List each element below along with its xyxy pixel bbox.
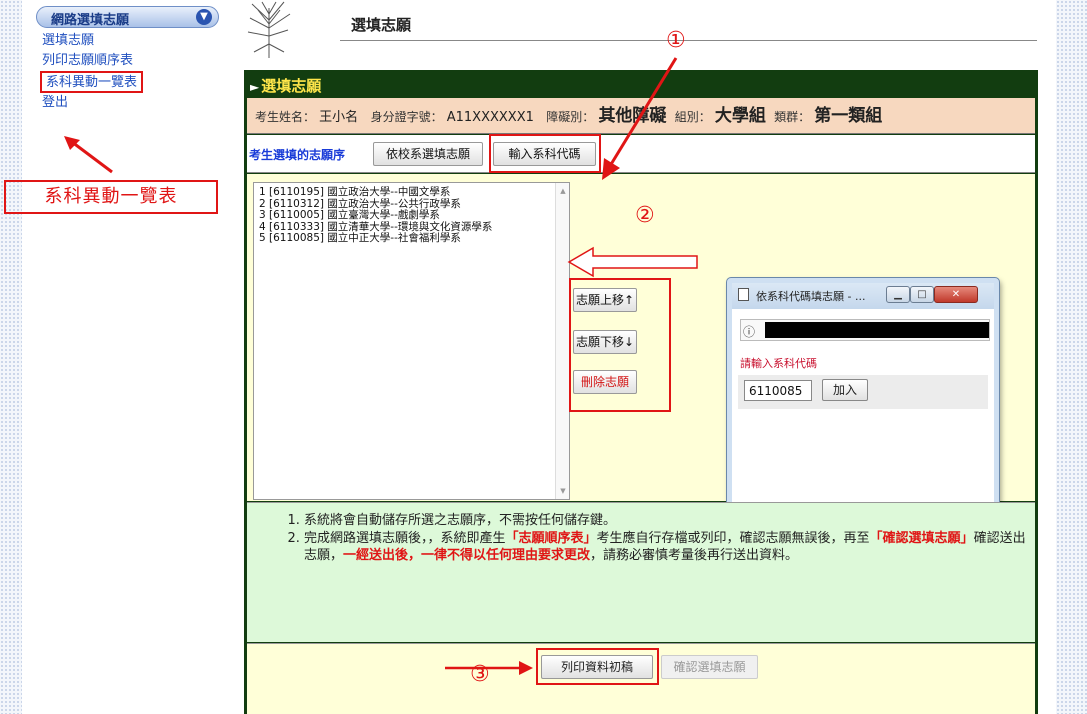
highlight-box bbox=[536, 648, 659, 685]
list-item[interactable]: 1 [6110195] 國立政治大學--中國文學系 bbox=[259, 186, 569, 199]
note-item: 系統將會自動儲存所選之志願序，不需按任何儲存鍵。 bbox=[304, 512, 1035, 529]
student-name: 王小名 bbox=[319, 110, 359, 125]
step-2-marker: ② bbox=[635, 203, 655, 228]
group-value: 大學組 bbox=[714, 106, 766, 126]
cluster-label: 類群： bbox=[774, 110, 811, 124]
by-school-button[interactable]: 依校系選填志願 bbox=[373, 142, 483, 166]
cluster-value: 第一類組 bbox=[814, 106, 883, 126]
sidebar-menu-header[interactable]: 網路選填志願 ▼ bbox=[36, 6, 219, 28]
pine-branch-icon bbox=[247, 1, 291, 58]
choice-listbox[interactable]: 1 [6110195] 國立政治大學--中國文學系 2 [6110312] 國立… bbox=[253, 182, 570, 500]
annotation-label: 系科異動一覽表 bbox=[4, 180, 218, 214]
popup-address-bar: ⓘ bbox=[740, 319, 990, 341]
popup-titlebar[interactable]: 依系科代碼填志願 - ... ▁ □ ✕ bbox=[732, 283, 994, 309]
redacted-url bbox=[765, 322, 989, 338]
triangle-icon: ► bbox=[250, 80, 260, 94]
sidebar-menu-title: 網路選填志願 bbox=[51, 13, 130, 28]
annotation-arrow-icon bbox=[602, 57, 678, 180]
name-label: 考生姓名： bbox=[255, 110, 316, 124]
popup-form: 加入 bbox=[738, 375, 988, 409]
note-text: 考生應自行存檔或列印，確認志願無誤後，再至 bbox=[596, 531, 870, 546]
enter-code-popup-window: 依系科代碼填志願 - ... ▁ □ ✕ ⓘ 請輸入系科代碼 加入 bbox=[727, 278, 999, 528]
sidebar-link-choose[interactable]: 選填志願 bbox=[42, 31, 226, 51]
step-3-marker: ③ bbox=[470, 662, 490, 687]
highlight-box bbox=[569, 278, 671, 412]
step-1-marker: ① bbox=[666, 28, 686, 53]
list-item[interactable]: 3 [6110005] 國立臺灣大學--戲劇學系 bbox=[259, 209, 569, 222]
page-title: 選填志願 bbox=[351, 16, 412, 34]
note-emphasis: 「志願順序表」 bbox=[505, 531, 597, 546]
footer-bar: 列印資料初稿 確認選填志願 bbox=[247, 643, 1035, 714]
note-item: 完成網路選填志願後，，系統即產生「志願順序表」考生應自行存檔或列印，確認志願無誤… bbox=[304, 530, 1035, 564]
note-text: ，請務必審慎考量後再行送出資料。 bbox=[590, 548, 799, 563]
dept-code-input[interactable] bbox=[744, 380, 812, 401]
minimize-button[interactable]: ▁ bbox=[886, 286, 910, 303]
notes-section: 系統將會自動儲存所選之志願序，不需按任何儲存鍵。 完成網路選填志願後，，系統即產… bbox=[247, 502, 1035, 642]
disability-label: 障礙別： bbox=[546, 110, 595, 124]
sidebar-link-logout[interactable]: 登出 bbox=[42, 93, 226, 113]
add-button[interactable]: 加入 bbox=[822, 379, 868, 401]
note-emphasis: 「確認選填志願」 bbox=[869, 531, 974, 546]
panel-title: ► 選填志願 bbox=[250, 75, 321, 96]
chevron-down-icon[interactable]: ▼ bbox=[196, 9, 212, 25]
id-label: 身分證字號： bbox=[370, 110, 443, 124]
list-item[interactable]: 5 [6110085] 國立中正大學--社會福利學系 bbox=[259, 232, 569, 245]
annotation-arrow-icon bbox=[567, 246, 698, 278]
popup-prompt: 請輸入系科代碼 bbox=[740, 357, 817, 370]
note-emphasis: 一經送出後，一律不得以任何理由要求更改 bbox=[343, 548, 591, 563]
header-divider bbox=[340, 40, 1037, 41]
left-dotted-border bbox=[0, 0, 22, 714]
sidebar-link-print-order[interactable]: 列印志願順序表 bbox=[42, 51, 226, 71]
panel-title-text: 選填志願 bbox=[261, 77, 322, 95]
scroll-up-icon[interactable]: ▲ bbox=[556, 187, 570, 195]
sidebar: 網路選填志願 ▼ 選填志願 列印志願順序表 系科異動一覽表 登出 bbox=[36, 6, 226, 113]
list-scrollbar[interactable]: ▲ ▼ bbox=[555, 183, 569, 499]
tab-choice-order[interactable]: 考生選填的志願序 bbox=[249, 146, 345, 163]
confirm-choices-button[interactable]: 確認選填志願 bbox=[661, 655, 758, 679]
scroll-down-icon[interactable]: ▼ bbox=[556, 487, 570, 495]
right-dotted-border bbox=[1056, 0, 1087, 714]
annotation-arrow-icon bbox=[64, 136, 113, 174]
popup-title: 依系科代碼填志願 - ... bbox=[756, 290, 866, 303]
sidebar-link-dept-changes[interactable]: 系科異動一覽表 bbox=[40, 71, 144, 93]
highlight-box bbox=[489, 134, 601, 173]
close-button[interactable]: ✕ bbox=[934, 286, 978, 303]
info-icon: ⓘ bbox=[743, 325, 756, 339]
note-text: 完成網路選填志願後，，系統即產生 bbox=[304, 531, 506, 546]
maximize-button[interactable]: □ bbox=[910, 286, 934, 303]
document-icon bbox=[738, 288, 749, 301]
sidebar-links: 選填志願 列印志願順序表 系科異動一覽表 登出 bbox=[36, 31, 226, 113]
student-id: A11XXXXXX1 bbox=[446, 110, 534, 125]
